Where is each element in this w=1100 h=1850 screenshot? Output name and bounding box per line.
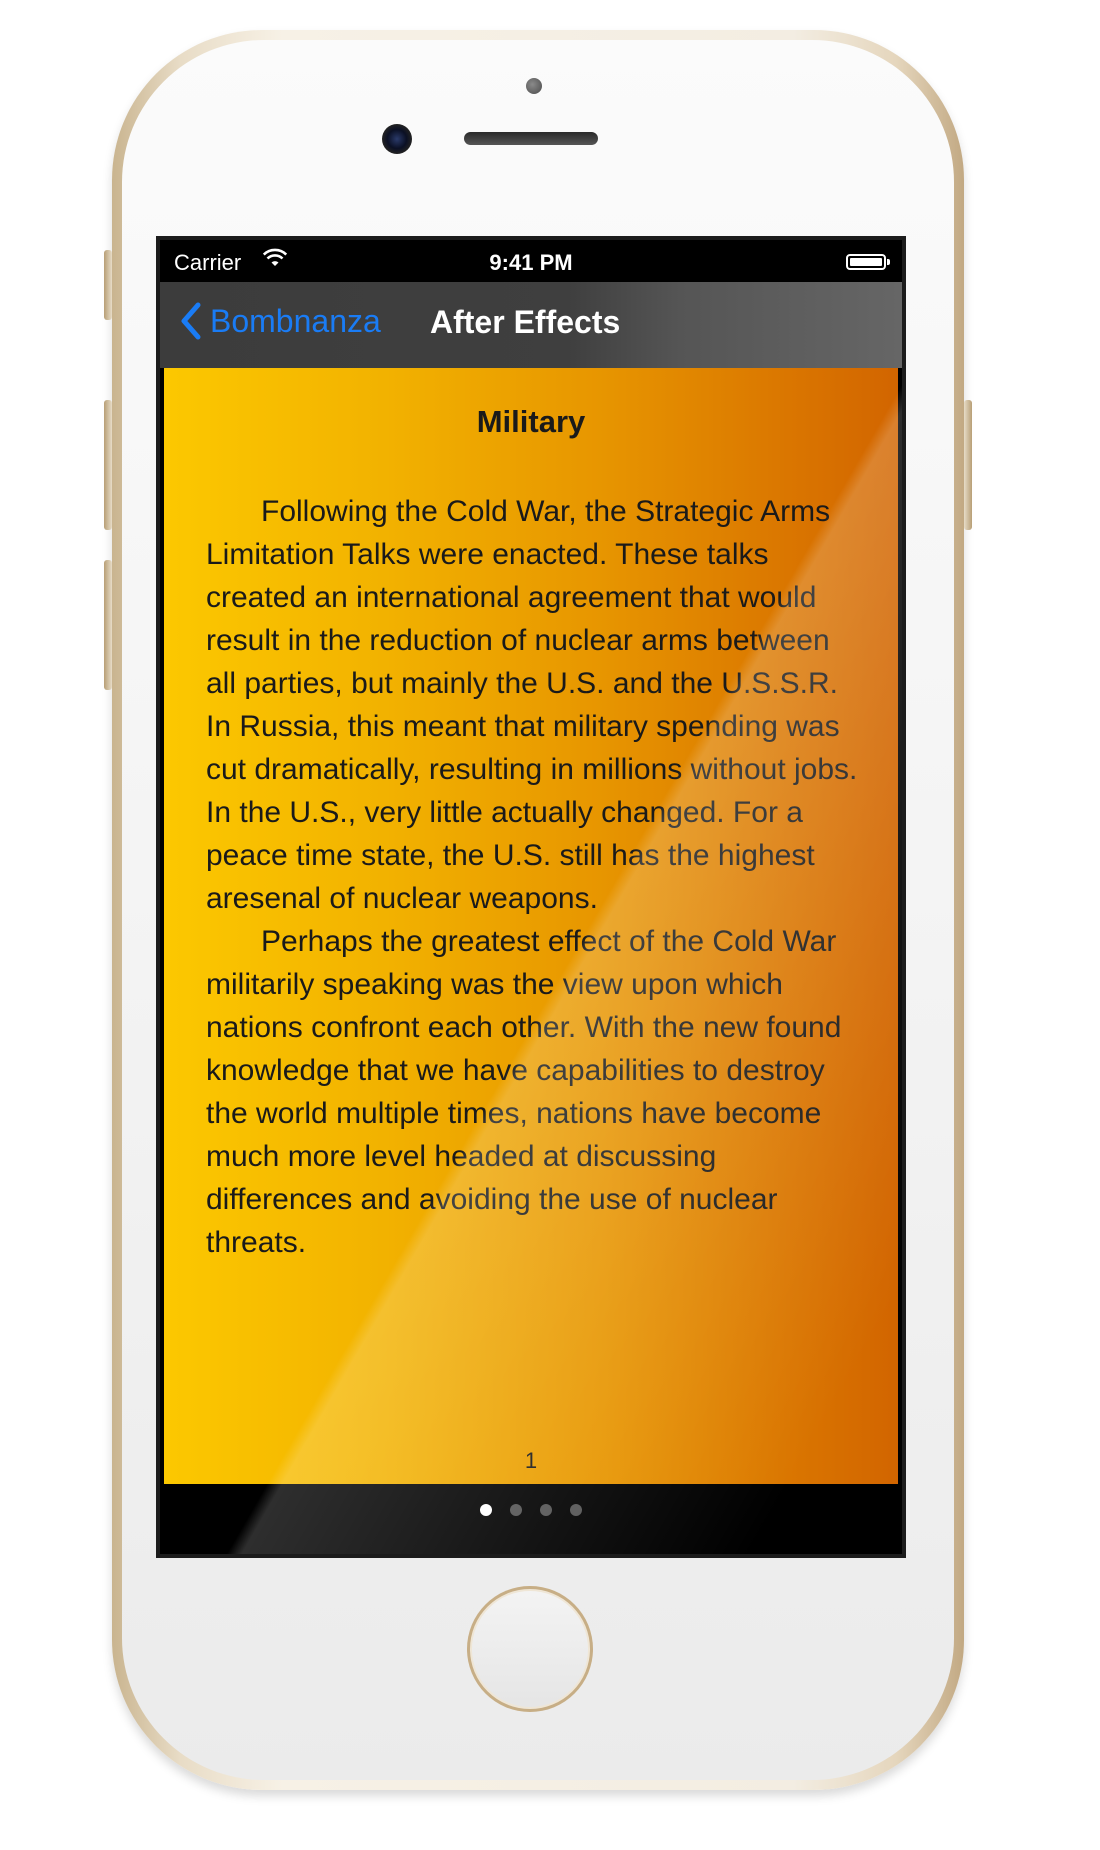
- page-indicator-dot[interactable]: [480, 1504, 492, 1516]
- mute-switch: [104, 250, 112, 320]
- power-button: [964, 400, 972, 530]
- battery-icon: [846, 254, 890, 270]
- page-indicator-dot[interactable]: [510, 1504, 522, 1516]
- paragraph: Following the Cold War, the Strategic Ar…: [206, 495, 858, 915]
- navigation-bar: Bombnanza After Effects: [160, 282, 902, 368]
- status-bar: Carrier 9:41 PM: [160, 240, 902, 282]
- content-page[interactable]: Military Following the Cold War, the Str…: [164, 368, 898, 1484]
- screen: Carrier 9:41 PM Bombnanza After Effects …: [156, 236, 906, 1558]
- chevron-left-icon: [181, 302, 201, 340]
- volume-up-button: [104, 400, 112, 530]
- page-indicator-dot[interactable]: [570, 1504, 582, 1516]
- back-button-label: Bombnanza: [210, 302, 381, 339]
- page-indicator-dot[interactable]: [540, 1504, 552, 1516]
- earpiece-speaker: [464, 132, 598, 145]
- home-button[interactable]: [467, 1586, 593, 1712]
- page-control[interactable]: [160, 1504, 902, 1528]
- back-button[interactable]: Bombnanza: [176, 296, 381, 346]
- page-body: Following the Cold War, the Strategic Ar…: [206, 490, 862, 1264]
- volume-down-button: [104, 560, 112, 690]
- page-heading: Military: [476, 404, 586, 439]
- status-time: 9:41 PM: [489, 250, 573, 275]
- page-number: 1: [524, 1448, 538, 1473]
- front-camera: [382, 124, 412, 154]
- proximity-sensor: [526, 78, 542, 94]
- nav-title: After Effects: [430, 304, 621, 340]
- paragraph: Perhaps the greatest effect of the Cold …: [206, 925, 842, 1259]
